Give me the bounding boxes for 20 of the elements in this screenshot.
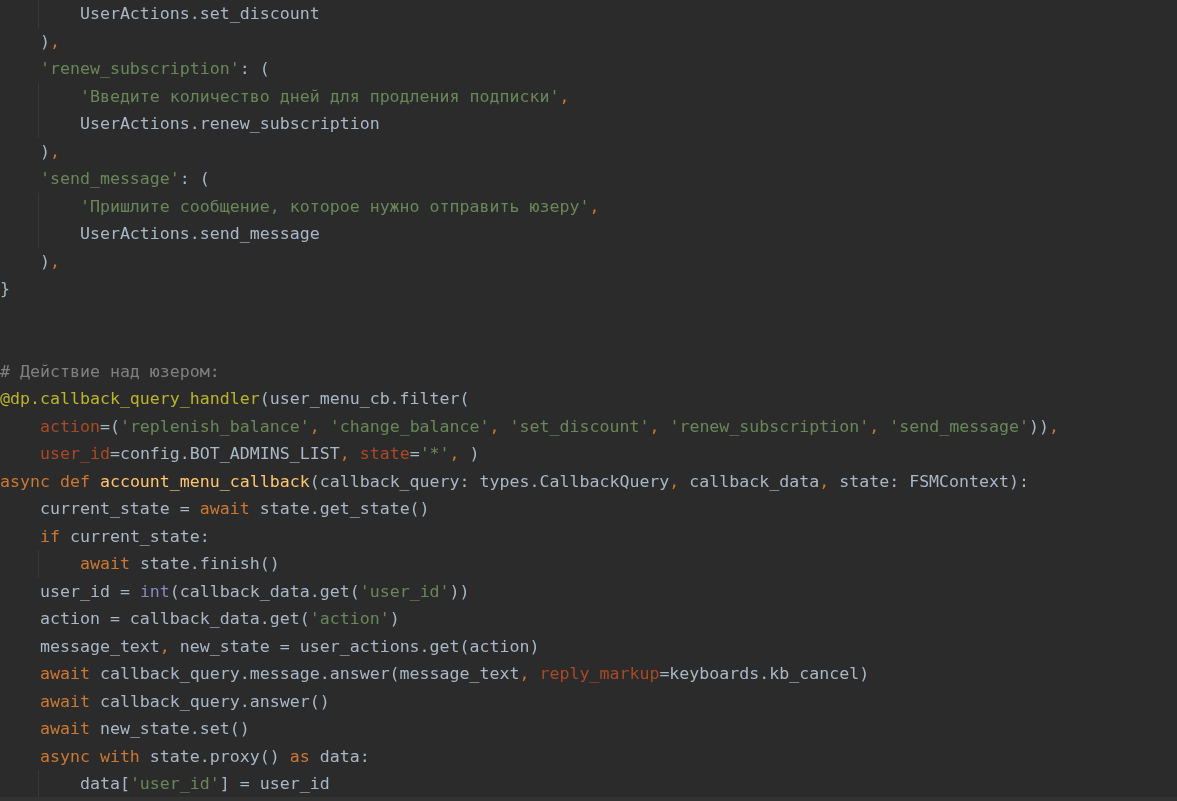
code-line: @dp.callback_query_handler(user_menu_cb.filter(	[0, 388, 470, 410]
code-line: await callback_query.answer()	[38, 690, 330, 713]
code-line: await new_state.set()	[38, 718, 250, 740]
code-line: 'renew_subscription': (	[38, 58, 270, 80]
code-line: }	[0, 278, 10, 300]
code-line: # Действие над юзером:	[0, 360, 220, 383]
code-line: user_id=config.BOT_ADMINS_LIST, state='*', )	[38, 443, 480, 465]
code-line: action = callback_data.get('action')	[38, 608, 400, 630]
code-line: action=('replenish_balance', 'change_balance', 'set_discount', 'renew_subscription', 'send_message')),	[38, 415, 1060, 438]
code-line: ),	[38, 250, 60, 273]
code-line: user_id = int(callback_data.get('user_id'))	[38, 580, 470, 603]
code-line: ),	[38, 30, 60, 53]
code-line: message_text, new_state = user_actions.get(action)	[38, 635, 540, 658]
code-line: ),	[38, 140, 60, 163]
code-line: async def account_menu_callback(callback_query: types.CallbackQuery, callback_data, state: FSMContext):	[0, 470, 1030, 493]
code-line: current_state = await state.get_state()	[38, 498, 430, 520]
code-line: await callback_query.message.answer(message_text, reply_markup=keyboards.kb_cancel)	[38, 663, 870, 685]
code-line: 'send_message': (	[38, 168, 210, 190]
code-line: async with state.proxy() as data:	[38, 745, 370, 768]
code-line: if current_state:	[38, 525, 210, 548]
